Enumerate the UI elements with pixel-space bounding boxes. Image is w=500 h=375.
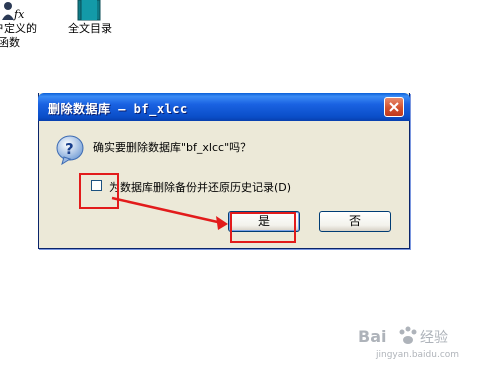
baidu-paw-logo: Bai 经验 bbox=[358, 326, 448, 346]
svg-text:Bai: Bai bbox=[358, 327, 386, 346]
svg-text:经验: 经验 bbox=[420, 330, 448, 346]
annotation-arrow bbox=[111, 196, 228, 230]
watermark: Bai 经验 jingyan.baidu.com bbox=[358, 320, 478, 365]
watermark-url: jingyan.baidu.com bbox=[376, 350, 460, 360]
